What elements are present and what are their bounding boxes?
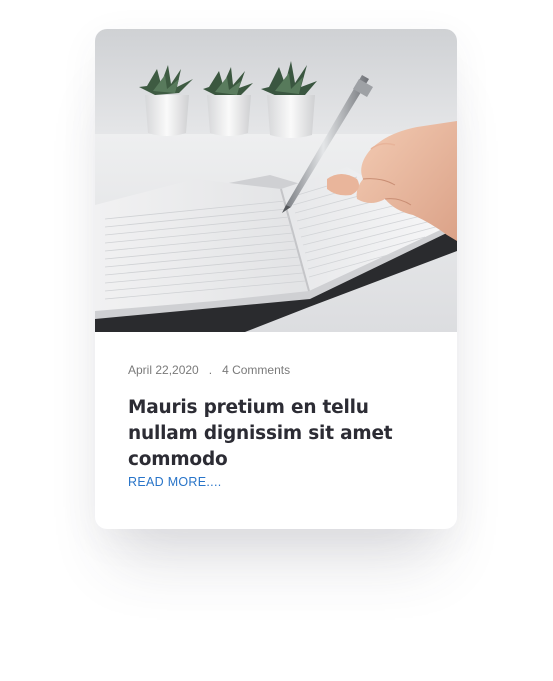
post-title[interactable]: Mauris pretium en tellu nullam dignissim… (128, 395, 428, 473)
comments-link[interactable]: 4 Comments (222, 363, 290, 377)
read-more-link[interactable]: READ MORE.... (128, 475, 222, 489)
blog-card-image[interactable] (95, 29, 457, 332)
post-meta: April 22,2020. 4 Comments (128, 363, 290, 377)
page: April 22,2020. 4 Comments Mauris pretium … (0, 0, 553, 681)
meta-separator: . (208, 363, 213, 377)
post-date[interactable]: April 22,2020 (128, 363, 199, 377)
blog-card: April 22,2020. 4 Comments Mauris pretium … (95, 29, 457, 529)
